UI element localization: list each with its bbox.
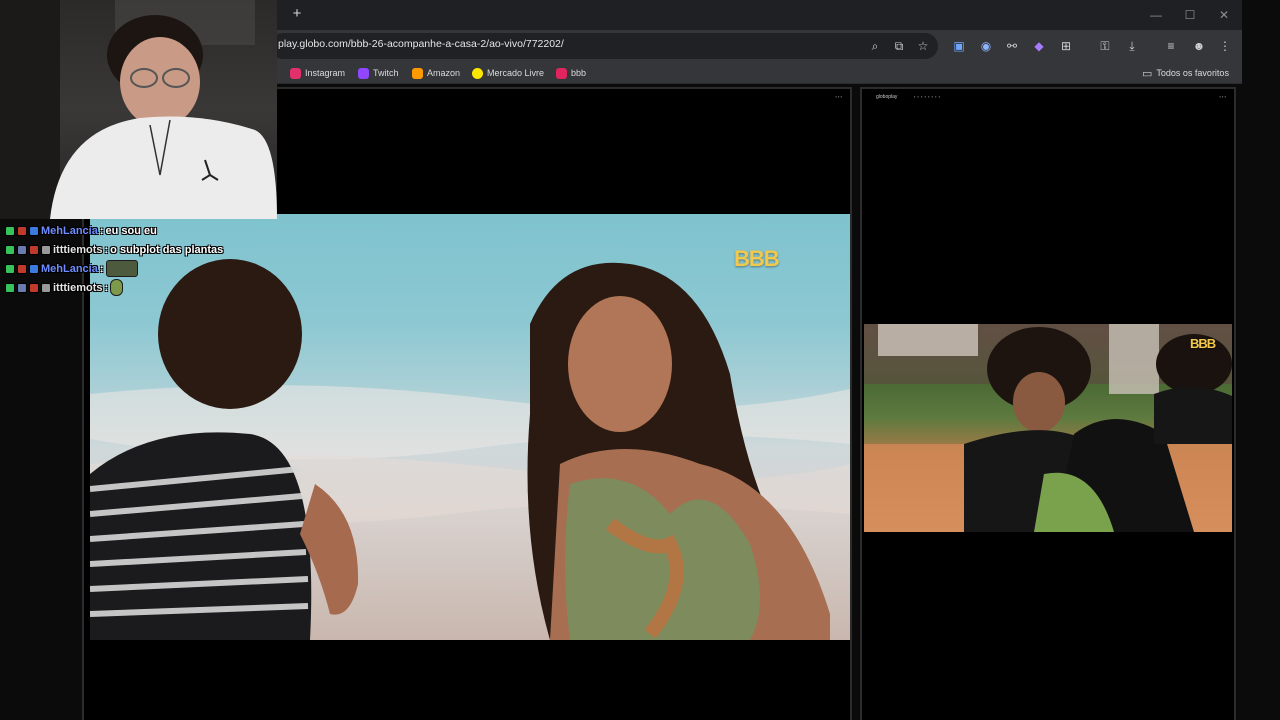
heart-badge-icon bbox=[29, 282, 39, 293]
bookmark-instagram[interactable]: Instagram bbox=[290, 65, 345, 81]
side-mini-header-icons[interactable]: ▪ ▪ ▪ bbox=[1220, 94, 1226, 99]
mercado-livre-icon bbox=[472, 67, 483, 79]
gift-badge-icon bbox=[41, 282, 51, 293]
bookmark-label: Mercado Livre bbox=[487, 68, 545, 78]
heart-badge-icon bbox=[17, 263, 27, 274]
bookmark-bbb[interactable]: bbb bbox=[556, 65, 586, 81]
screen: + — ☐ ✕ play.globo.com/bbb-26-acompanhe-… bbox=[0, 0, 1280, 720]
zoom-icon[interactable]: ⌕ bbox=[866, 37, 884, 55]
bookmark-label: Twitch bbox=[373, 68, 399, 78]
chat-message: itttiemots: bbox=[5, 278, 275, 297]
heart-badge-icon bbox=[29, 244, 39, 255]
chat-username[interactable]: MehLancia bbox=[41, 263, 98, 275]
minimize-icon: — bbox=[1150, 8, 1162, 22]
download-icon[interactable]: ⤓ bbox=[1123, 37, 1141, 55]
pickle-emote-icon bbox=[110, 279, 124, 296]
side-player-header: globoplay ▪ ▪ ▪ ▪ ▪ ▪ ▪ ▪ ▪ ▪ ▪ bbox=[862, 89, 1234, 100]
check-badge-icon bbox=[5, 244, 15, 255]
translate-extension-icon[interactable]: ▣ bbox=[950, 37, 968, 55]
side-site-logo[interactable]: globoplay bbox=[876, 94, 897, 100]
bookmark-mercado-livre[interactable]: Mercado Livre bbox=[472, 65, 544, 81]
plus-icon: + bbox=[292, 5, 302, 22]
webcam-scene bbox=[0, 0, 277, 219]
all-bookmarks-button[interactable]: ▭ Todos os favoritos bbox=[1142, 65, 1229, 81]
chat-text: o subplot das plantas bbox=[110, 243, 224, 256]
side-video-scene bbox=[864, 324, 1232, 532]
maximize-icon: ☐ bbox=[1184, 8, 1196, 22]
glasses-extension-icon[interactable]: ⚯ bbox=[1003, 37, 1021, 55]
chat-username[interactable]: itttiemots bbox=[53, 282, 103, 294]
streamer-webcam bbox=[0, 0, 277, 219]
gift-badge-icon bbox=[41, 244, 51, 255]
verified-badge-icon bbox=[29, 225, 39, 236]
bookmark-label: Amazon bbox=[427, 68, 461, 78]
check-badge-icon bbox=[5, 282, 15, 293]
kebab-menu-icon[interactable]: ⋮ bbox=[1216, 37, 1234, 55]
media-queue-icon[interactable]: ≡ bbox=[1162, 37, 1180, 55]
bookmark-label: bbb bbox=[571, 68, 587, 78]
check-badge-icon bbox=[5, 263, 15, 274]
chat-username[interactable]: itttiemots bbox=[53, 244, 103, 256]
chat-message: MehLancia: eu sou eu bbox=[5, 221, 275, 240]
close-icon: ✕ bbox=[1218, 8, 1230, 22]
side-site-nav[interactable]: ▪ ▪ ▪ ▪ ▪ ▪ ▪ ▪ bbox=[914, 94, 941, 99]
instagram-icon bbox=[290, 67, 301, 79]
main-bbb-logo: BBB bbox=[734, 246, 780, 271]
minimize-button[interactable]: — bbox=[1144, 5, 1168, 25]
chat-username[interactable]: MehLancia bbox=[41, 225, 98, 237]
right-person-face bbox=[568, 296, 672, 432]
puzzle-extensions-icon[interactable]: ⊞ bbox=[1057, 37, 1075, 55]
subscriber-badge-icon bbox=[17, 244, 27, 255]
side-bbb-logo: BBB bbox=[1190, 336, 1216, 351]
twitch-icon bbox=[358, 67, 369, 79]
purple-extension-icon[interactable]: ◆ bbox=[1030, 37, 1048, 55]
maximize-button[interactable]: ☐ bbox=[1178, 5, 1202, 25]
side-person-face bbox=[1013, 372, 1065, 432]
heart-badge-icon bbox=[17, 225, 27, 236]
verified-badge-icon bbox=[29, 263, 39, 274]
url-text[interactable]: play.globo.com/bbb-26-acompanhe-a-casa-2… bbox=[278, 38, 564, 50]
all-bookmarks-label: Todos os favoritos bbox=[1156, 68, 1229, 78]
chat-overlay: MehLancia: eu sou eu itttiemots: o subpl… bbox=[5, 221, 275, 297]
install-icon[interactable]: ⧉ bbox=[890, 37, 908, 55]
mini-header-icons[interactable]: ▪ ▪ ▪ bbox=[836, 94, 842, 99]
subscriber-badge-icon bbox=[17, 282, 27, 293]
address-bar[interactable]: play.globo.com/bbb-26-acompanhe-a-casa-2… bbox=[270, 33, 938, 59]
chat-message: MehLancia: bbox=[5, 259, 275, 278]
side-player-window: globoplay ▪ ▪ ▪ ▪ ▪ ▪ ▪ ▪ ▪ ▪ ▪ BBB bbox=[860, 87, 1236, 720]
new-tab-button[interactable]: + bbox=[287, 4, 307, 24]
chat-text: eu sou eu bbox=[105, 224, 157, 237]
close-button[interactable]: ✕ bbox=[1212, 5, 1236, 25]
chat-message: itttiemots: o subplot das plantas bbox=[5, 240, 275, 259]
side-video[interactable]: BBB bbox=[864, 324, 1232, 532]
check-badge-icon bbox=[5, 225, 15, 236]
profile-icon[interactable]: ☻ bbox=[1190, 37, 1208, 55]
circle-extension-icon[interactable]: ◉ bbox=[977, 37, 995, 55]
bbb-icon bbox=[556, 67, 567, 79]
frog-emote-icon bbox=[105, 260, 138, 277]
star-icon[interactable]: ☆ bbox=[914, 37, 932, 55]
amazon-icon bbox=[412, 67, 423, 79]
bookmark-twitch[interactable]: Twitch bbox=[358, 65, 399, 81]
bookmark-label: Instagram bbox=[305, 68, 346, 78]
password-icon[interactable]: ⚿ bbox=[1096, 37, 1114, 55]
folder-icon: ▭ bbox=[1142, 67, 1153, 80]
bookmark-amazon[interactable]: Amazon bbox=[412, 65, 460, 81]
